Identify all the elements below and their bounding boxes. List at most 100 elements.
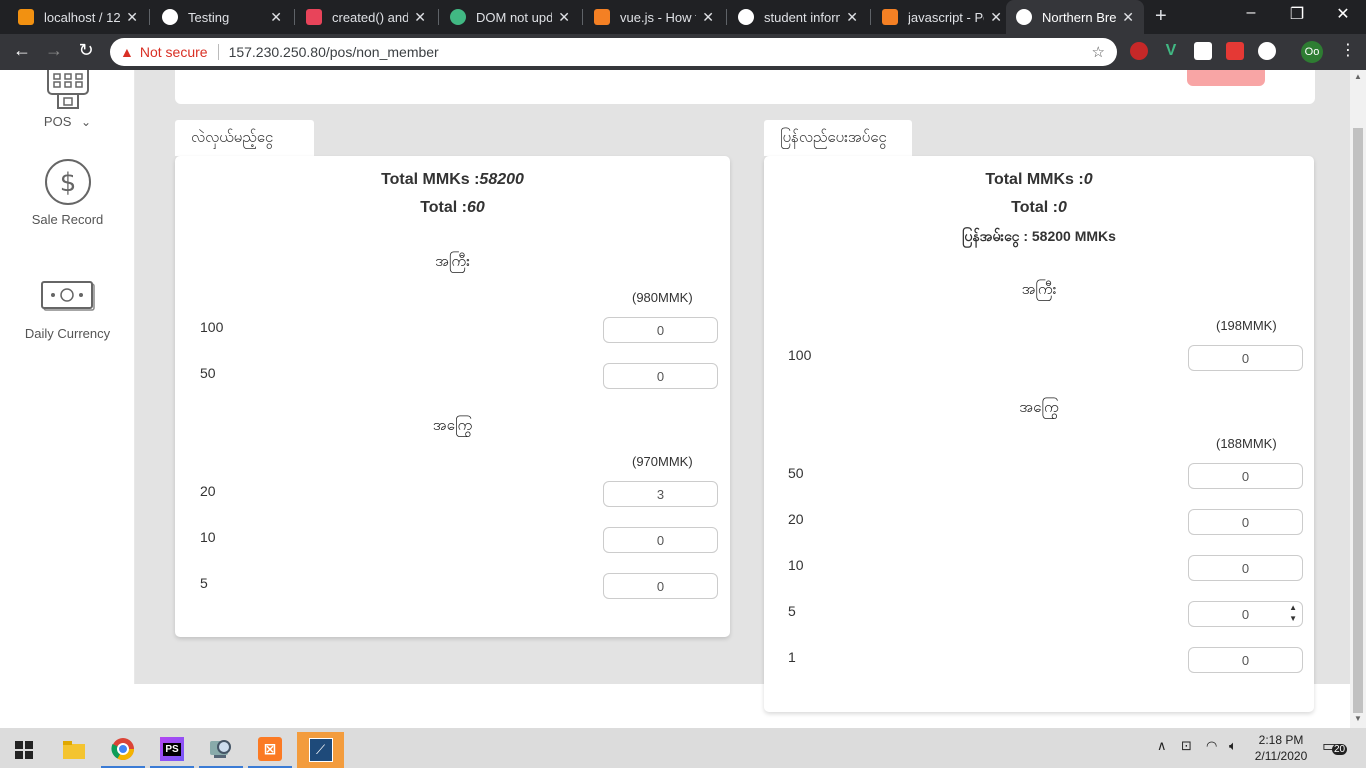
pos-terminal-icon (46, 70, 89, 109)
scroll-down-icon[interactable]: ▼ (1354, 714, 1362, 723)
restore-icon[interactable]: ❐ (1274, 4, 1320, 24)
mysql-workbench-icon[interactable]: ⟋ (297, 732, 344, 768)
file-explorer-icon[interactable] (52, 732, 96, 768)
close-icon[interactable]: ✕ (846, 9, 858, 26)
show-hidden-icons-icon[interactable]: ∧ (1157, 738, 1167, 754)
stackoverflow-icon (594, 9, 610, 25)
vue-devtools-icon[interactable]: V (1162, 42, 1180, 60)
chrome-icon[interactable] (101, 732, 145, 768)
browser-toolbar: ← → ↻ ▲ Not secure 157.230.250.80/pos/no… (0, 34, 1366, 70)
action-button[interactable] (1187, 70, 1265, 86)
notification-badge: 20 (1332, 744, 1348, 755)
quantity-input[interactable] (1188, 345, 1303, 371)
close-icon[interactable]: ✕ (270, 9, 282, 26)
close-icon[interactable]: ✕ (126, 9, 138, 26)
menu-kebab-icon[interactable]: ⋮ (1340, 40, 1356, 60)
top-card (175, 70, 1315, 104)
quantity-input[interactable] (1188, 463, 1303, 489)
quantity-input[interactable] (1188, 509, 1303, 535)
browser-tab[interactable]: vue.js - How to ✕ (584, 0, 724, 34)
scrollbar-thumb[interactable] (1353, 128, 1363, 713)
quantity-input[interactable] (603, 481, 718, 507)
receive-card: Total MMKs :58200 Total :60 အကြီး (980MM… (175, 156, 730, 637)
close-icon[interactable]: ✕ (702, 9, 714, 26)
close-icon[interactable]: ✕ (558, 9, 570, 26)
denomination-label: 1 (788, 649, 796, 665)
browser-tab[interactable]: Testing ✕ (152, 0, 292, 34)
close-icon[interactable]: ✕ (1122, 9, 1134, 26)
chevron-down-icon: ⌄ (81, 115, 92, 129)
section-heading-large: အကြီး (1021, 281, 1057, 298)
windows-start-icon[interactable] (2, 732, 46, 768)
phpmyadmin-icon (18, 9, 34, 25)
browser-tab[interactable]: DOM not upda ✕ (440, 0, 580, 34)
banknote-icon (40, 281, 95, 311)
quantity-stepper[interactable]: ▲ ▼ (1188, 601, 1303, 627)
browser-tab-active[interactable]: Northern Bree ✕ (1006, 0, 1144, 34)
sidebar-item-pos[interactable]: POS ⌄ (0, 70, 135, 129)
spin-down-icon[interactable]: ▼ (1289, 614, 1297, 623)
system-clock[interactable]: 2:18 PM 2/11/2020 (1252, 732, 1310, 764)
extension-play-icon[interactable] (1226, 42, 1244, 60)
browser-tab[interactable]: student inform ✕ (728, 0, 868, 34)
close-icon[interactable]: ✕ (990, 9, 1002, 26)
extension-keyboard-icon[interactable] (1194, 42, 1212, 60)
close-icon[interactable]: ✕ (414, 9, 426, 26)
denomination-label: 50 (788, 465, 804, 481)
xampp-icon[interactable]: ⊠ (248, 732, 292, 768)
quantity-input[interactable] (603, 363, 718, 389)
quantity-input[interactable] (1188, 555, 1303, 581)
total-count: Total :0 (1011, 199, 1067, 216)
denomination-label: 20 (788, 511, 804, 527)
denomination-label: 100 (200, 319, 224, 335)
back-arrow-icon[interactable]: ← (10, 40, 34, 61)
forward-arrow-icon[interactable]: → (42, 40, 66, 61)
tab-receive[interactable]: လဲလှယ်မည့်ငွေ (175, 120, 314, 156)
close-window-icon[interactable]: ✕ (1320, 4, 1366, 24)
browser-tab[interactable]: javascript - Po ✕ (872, 0, 1012, 34)
sidebar-item-daily-currency[interactable]: Daily Currency (0, 280, 135, 341)
quantity-input[interactable] (603, 527, 718, 553)
url-text[interactable]: 157.230.250.80/pos/non_member (229, 44, 439, 60)
change-amount: ပြန်အမ်းငွေ : 58200 MMKs (962, 228, 1116, 244)
extension-shield-icon[interactable] (1130, 42, 1148, 60)
notification-center[interactable]: ▭ 20 (1322, 736, 1350, 760)
denomination-label: 10 (788, 557, 804, 573)
exchange-rate: (188MMK) (1216, 436, 1277, 451)
denomination-label: 100 (788, 347, 812, 363)
warning-icon: ▲ (120, 44, 134, 60)
scroll-up-icon[interactable]: ▲ (1354, 72, 1362, 81)
phpstorm-icon[interactable]: PS (150, 732, 194, 768)
tab-return[interactable]: ပြန်လည်ပေးအပ်ငွေ (764, 120, 912, 156)
svg-text:$: $ (59, 168, 76, 198)
browser-tab[interactable]: localhost / 127 ✕ (8, 0, 148, 34)
app-magnifier-icon[interactable] (199, 732, 243, 768)
not-secure-label[interactable]: Not secure (140, 44, 208, 60)
browser-tab[interactable]: created() and n ✕ (296, 0, 436, 34)
minimize-icon[interactable]: – (1228, 4, 1274, 22)
section-heading-large: အကြီး (435, 253, 470, 270)
profile-avatar[interactable]: Oo (1301, 41, 1323, 63)
section-heading-small: အကြွေ (432, 417, 473, 434)
address-bar[interactable]: ▲ Not secure 157.230.250.80/pos/non_memb… (110, 38, 1117, 66)
browser-tab-strip: localhost / 127 ✕ Testing ✕ created() an… (0, 0, 1366, 34)
exchange-rate: (198MMK) (1216, 318, 1277, 333)
new-tab-button[interactable]: + (1155, 5, 1167, 28)
page-scrollbar[interactable]: ▲ ▼ (1350, 70, 1366, 728)
bookmark-star-icon[interactable]: ☆ (1092, 43, 1105, 61)
globe-icon (162, 9, 178, 25)
quantity-input[interactable] (1188, 601, 1303, 627)
sidebar-item-sale-record[interactable]: $ Sale Record (0, 158, 135, 227)
spin-up-icon[interactable]: ▲ (1289, 603, 1297, 612)
volume-icon[interactable]: 🔈︎ (1229, 738, 1237, 754)
network-device-icon[interactable]: ⊡ (1181, 738, 1192, 754)
reload-icon[interactable]: ↻ (74, 40, 98, 61)
quantity-input[interactable] (603, 573, 718, 599)
wifi-icon[interactable]: ◠ (1206, 738, 1217, 754)
quantity-input[interactable] (603, 317, 718, 343)
extension-round-icon[interactable] (1258, 42, 1276, 60)
vue-icon (450, 9, 466, 25)
denomination-label: 20 (200, 483, 216, 499)
stackoverflow-icon (882, 9, 898, 25)
quantity-input[interactable] (1188, 647, 1303, 673)
